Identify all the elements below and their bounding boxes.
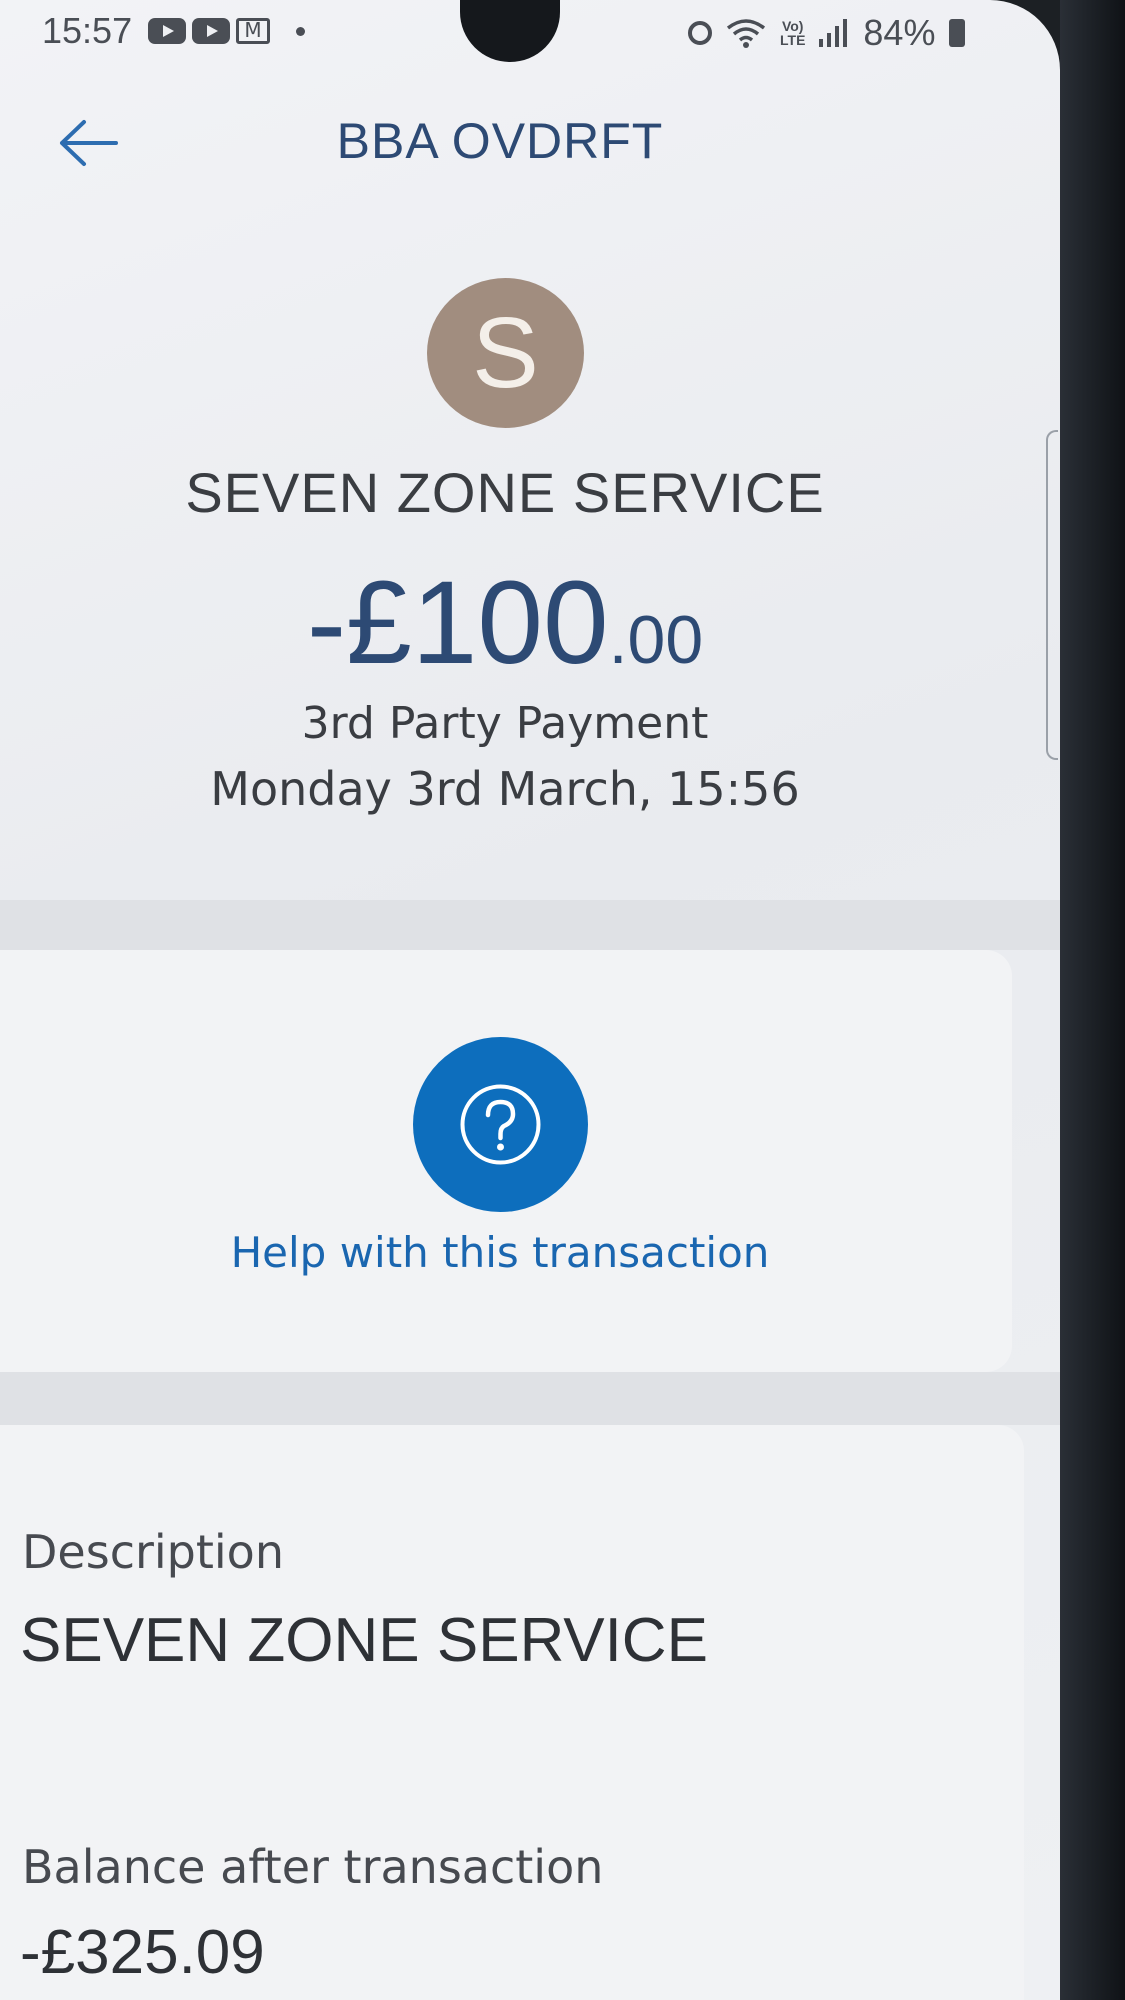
edge-panel-handle[interactable]: [1046, 430, 1058, 760]
battery-icon: [949, 19, 966, 47]
phone-screen: 15:57 M Vo) LTE 84% BBA OVDRFT S SEVEN Z…: [0, 0, 1060, 2000]
alarm-icon: [688, 21, 712, 45]
battery-percent: 84%: [863, 12, 936, 53]
description-label: Description: [22, 1525, 284, 1579]
page-title: BBA OVDRFT: [336, 113, 664, 169]
notification-icons: M: [148, 18, 305, 44]
amount-pence: .00: [608, 602, 704, 678]
help-link[interactable]: Help with this transaction: [0, 1228, 1000, 1277]
merchant-avatar: S: [427, 278, 584, 428]
volte-icon: Vo) LTE: [780, 18, 806, 48]
transaction-amount: -£100.00: [0, 555, 1010, 691]
amount-main: -£100: [306, 557, 609, 689]
youtube-icon: [148, 18, 186, 44]
balance-value: -£325.09: [20, 1918, 265, 1987]
wifi-icon: [726, 18, 766, 48]
back-button[interactable]: [56, 118, 120, 168]
signal-icon: [819, 19, 849, 47]
question-circle-icon: [460, 1084, 541, 1165]
system-icons: Vo) LTE 84%: [688, 12, 966, 54]
details-card: Description SEVEN ZONE SERVICE Balance a…: [0, 1425, 1024, 2000]
youtube-icon: [192, 18, 230, 44]
balance-label: Balance after transaction: [22, 1840, 604, 1894]
phone-bezel: [1060, 0, 1125, 2000]
section-divider: [0, 1372, 1060, 1425]
arrow-left-icon: [60, 120, 118, 166]
payment-datetime: Monday 3rd March, 15:56: [210, 762, 800, 816]
description-value: SEVEN ZONE SERVICE: [20, 1606, 708, 1675]
help-button[interactable]: [413, 1037, 588, 1212]
merchant-name: SEVEN ZONE SERVICE: [185, 461, 825, 524]
section-divider: [0, 900, 1060, 950]
gmail-icon: M: [236, 18, 270, 44]
more-notifications-dot-icon: [296, 26, 305, 36]
status-time: 15:57: [42, 10, 133, 51]
payment-type: 3rd Party Payment: [301, 698, 709, 749]
